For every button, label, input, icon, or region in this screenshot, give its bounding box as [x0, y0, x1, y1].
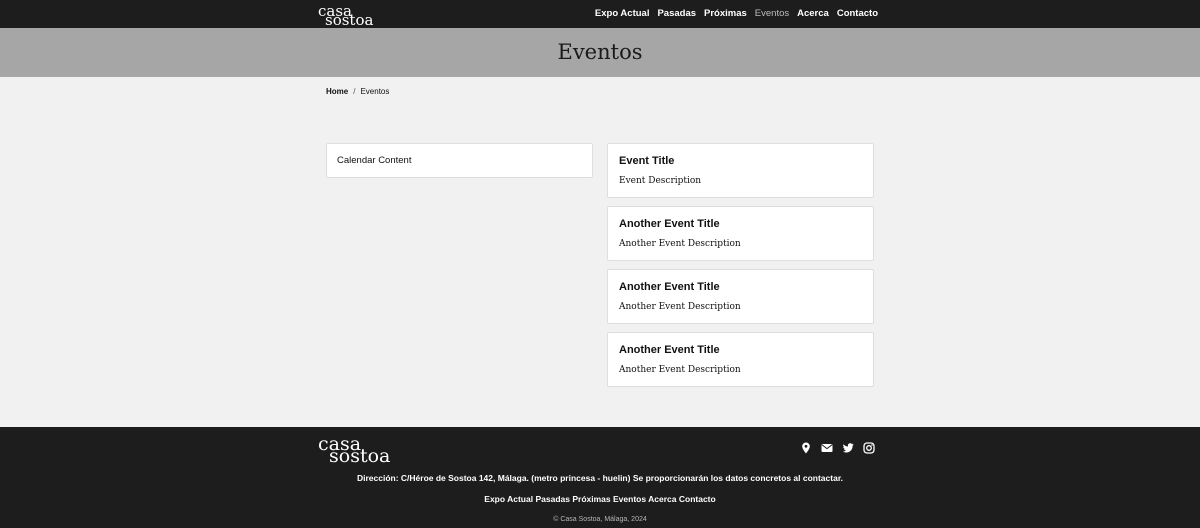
page-hero: Eventos: [0, 28, 1200, 77]
calendar-content-label: Calendar Content: [337, 155, 412, 166]
instagram-icon[interactable]: [863, 441, 875, 454]
breadcrumb-current: Eventos: [360, 87, 390, 96]
event-card[interactable]: Another Event Title Another Event Descri…: [607, 332, 874, 387]
footer-nav-proximas[interactable]: Próximas: [572, 494, 610, 504]
breadcrumb-home[interactable]: Home: [326, 87, 348, 96]
social-links: [800, 441, 875, 454]
map-pin-icon[interactable]: [800, 441, 812, 454]
event-card[interactable]: Event Title Event Description: [607, 143, 874, 198]
footer-nav-acerca[interactable]: Acerca: [648, 494, 676, 504]
event-description: Another Event Description: [619, 302, 741, 312]
nav-item-contacto[interactable]: Contacto: [837, 8, 878, 19]
event-description: Another Event Description: [619, 365, 741, 375]
twitter-icon[interactable]: [842, 441, 854, 453]
event-description: Another Event Description: [619, 239, 741, 249]
breadcrumb: Home / Eventos: [326, 87, 389, 96]
footer-nav-expo-actual[interactable]: Expo Actual: [484, 494, 533, 504]
event-card[interactable]: Another Event Title Another Event Descri…: [607, 206, 874, 261]
event-title: Another Event Title: [619, 344, 720, 356]
footer-nav-contacto[interactable]: Contacto: [679, 494, 716, 504]
nav-item-expo-actual[interactable]: Expo Actual: [595, 8, 650, 19]
main-nav: Expo Actual Pasadas Próximas Eventos Ace…: [595, 8, 878, 19]
footer-logo-line2: sostoa: [329, 445, 391, 467]
page-title: Eventos: [557, 40, 643, 64]
nav-item-acerca[interactable]: Acerca: [797, 8, 829, 19]
footer-address: Dirección: C/Héroe de Sostoa 142, Málaga…: [356, 473, 844, 483]
nav-item-eventos[interactable]: Eventos: [755, 8, 789, 19]
brand-logo-line2: sostoa: [325, 11, 374, 29]
calendar-card: Calendar Content: [326, 143, 593, 178]
event-description: Event Description: [619, 176, 702, 186]
footer-nav-pasadas[interactable]: Pasadas: [535, 494, 570, 504]
footer-nav: Expo Actual Pasadas Próximas Eventos Ace…: [0, 494, 1200, 504]
footer-copyright: © Casa Sostoa, Málaga, 2024: [553, 516, 647, 523]
breadcrumb-separator: /: [353, 87, 356, 96]
footer-nav-eventos[interactable]: Eventos: [613, 494, 646, 504]
site-footer: casa sostoa Dirección: C/Héroe de Sostoa…: [0, 427, 1200, 528]
event-card[interactable]: Another Event Title Another Event Descri…: [607, 269, 874, 324]
event-title: Another Event Title: [619, 281, 720, 293]
footer-brand-logo[interactable]: casa sostoa: [318, 435, 390, 466]
nav-item-pasadas[interactable]: Pasadas: [657, 8, 696, 19]
nav-item-proximas[interactable]: Próximas: [704, 8, 747, 19]
event-title: Another Event Title: [619, 218, 720, 230]
brand-logo[interactable]: casa sostoa: [318, 4, 373, 28]
top-navbar: casa sostoa Expo Actual Pasadas Próximas…: [0, 0, 1200, 28]
event-title: Event Title: [619, 155, 675, 167]
envelope-icon[interactable]: [821, 441, 833, 453]
